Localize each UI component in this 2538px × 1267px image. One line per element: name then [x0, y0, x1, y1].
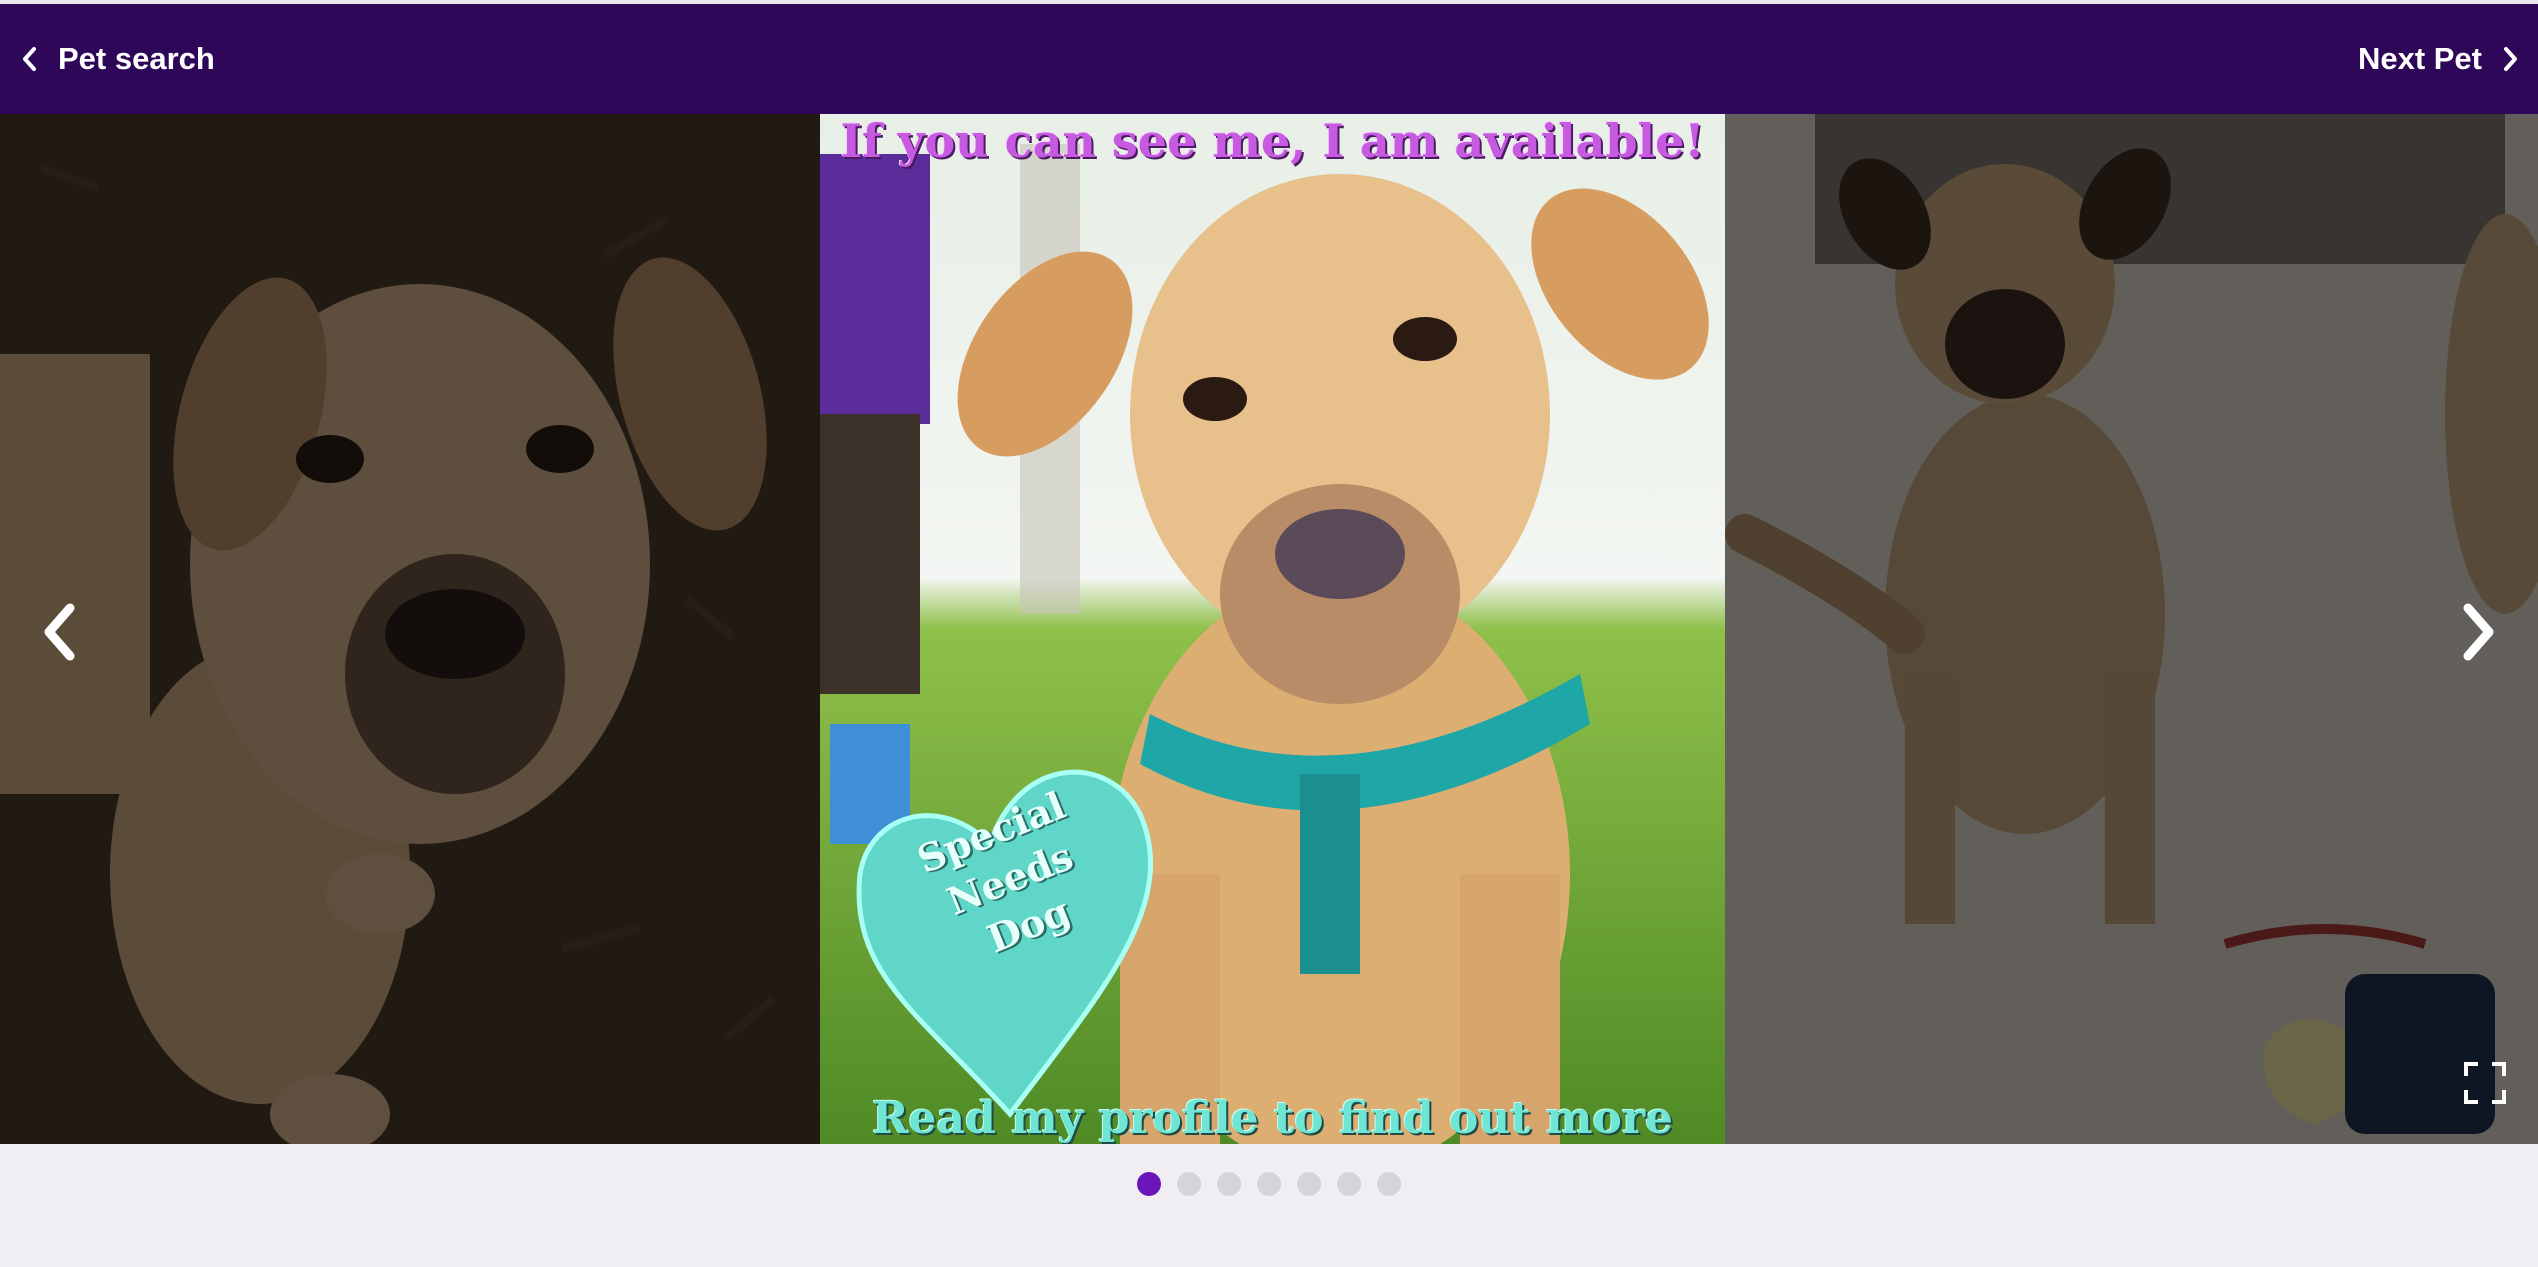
chevron-left-icon: [23, 47, 36, 71]
current-slide-photo[interactable]: If you can see me, I am available! Speci…: [820, 114, 1725, 1144]
read-profile-banner: Read my profile to find out more: [871, 1093, 1674, 1144]
carousel-dot-7[interactable]: [1377, 1172, 1401, 1196]
carousel-dot-5[interactable]: [1297, 1172, 1321, 1196]
carousel-dot-1[interactable]: [1137, 1172, 1161, 1196]
next-pet-label: Next Pet: [2357, 41, 2482, 76]
next-pet-link[interactable]: Next Pet: [2358, 4, 2520, 114]
pet-search-label: Pet search: [58, 41, 215, 76]
available-banner: If you can see me, I am available!: [840, 114, 1705, 168]
carousel-dot-3[interactable]: [1217, 1172, 1241, 1196]
carousel-pagination: [0, 1172, 2538, 1196]
dog-photo-special-needs: [820, 114, 1725, 1144]
top-navigation-bar: Pet search Next Pet: [0, 0, 2538, 114]
next-photo-button[interactable]: [2448, 592, 2508, 672]
next-slide-photo[interactable]: [1725, 114, 2538, 1144]
carousel-dot-2[interactable]: [1177, 1172, 1201, 1196]
fullscreen-icon: [2464, 1062, 2506, 1104]
fullscreen-button[interactable]: [2462, 1060, 2508, 1106]
carousel-dot-6[interactable]: [1337, 1172, 1361, 1196]
pet-search-back-link[interactable]: Pet search: [20, 4, 215, 114]
chevron-right-icon: [2504, 47, 2517, 71]
previous-slide-photo[interactable]: [0, 114, 820, 1144]
photo-carousel: If you can see me, I am available! Speci…: [0, 114, 2538, 1144]
chevron-left-icon: [44, 603, 75, 661]
previous-photo-button[interactable]: [30, 592, 90, 672]
carousel-dot-4[interactable]: [1257, 1172, 1281, 1196]
chevron-right-icon: [2463, 603, 2494, 661]
